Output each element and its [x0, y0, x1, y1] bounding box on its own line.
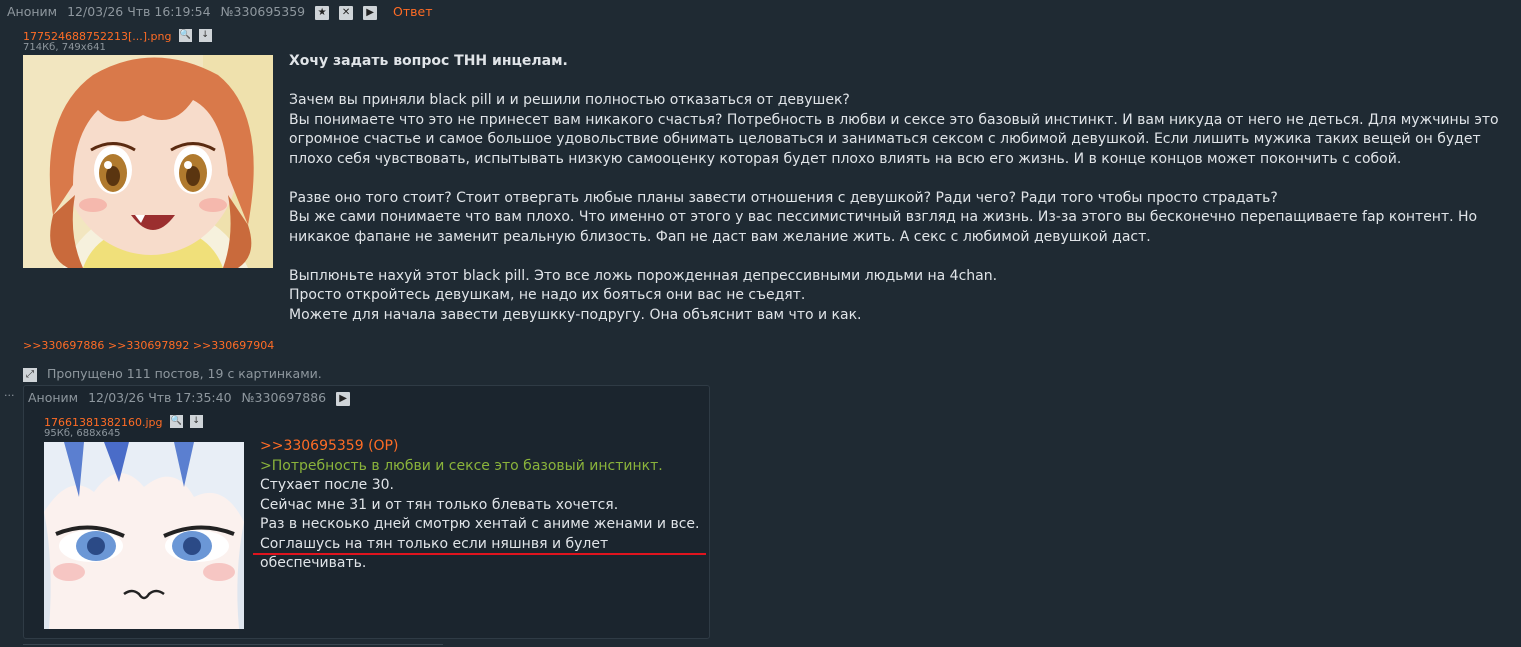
star-icon[interactable]: ★ — [315, 5, 330, 20]
op-body: Хочу задать вопрос ТНН инцелам. Зачем вы… — [289, 52, 1514, 325]
skipped-posts[interactable]: ⤢ Пропущено 111 постов, 19 с картинками. — [23, 366, 322, 382]
reply-line: Раз в нескоько дней смотрю хентай с аним… — [260, 516, 700, 532]
op-line: Вы же сами понимаете что вам плохо. Что … — [289, 209, 1478, 245]
skipped-text: Пропущено 111 постов, 19 с картинками. — [46, 366, 322, 381]
reply-image[interactable] — [44, 442, 244, 629]
op-line: Выплюньте нахуй этот black pill. Это все… — [289, 267, 998, 284]
download-icon[interactable]: ↓ — [189, 415, 203, 428]
op-author: Аноним — [7, 4, 58, 19]
reply-dots[interactable]: ... — [4, 386, 15, 399]
op-image[interactable] — [23, 55, 273, 268]
reply-number[interactable]: №330697886 — [242, 390, 327, 405]
play-icon[interactable]: ▶ — [336, 391, 351, 406]
op-line: Можете для начала завести девушкку-подру… — [289, 306, 862, 323]
reply-line: Сейчас мне 31 и от тян только блевать хо… — [260, 496, 619, 513]
op-line: Просто откройтесь девушкам, не надо их б… — [289, 287, 806, 303]
reply-file-info: 95Кб, 688x645 — [44, 428, 121, 439]
reply-line: Стухает после 30. — [260, 477, 394, 493]
reply-ref-op-link[interactable]: >>330695359 (OP) — [260, 437, 705, 457]
reply-header: Аноним 12/03/26 Чтв 17:35:40 №330697886 … — [28, 390, 356, 406]
greentext-quote: >Потребность в любви и сексе это базовый… — [260, 457, 663, 474]
op-replies: >>330697886 >>330697892 >>330697904 — [23, 339, 274, 352]
divider — [23, 644, 443, 645]
red-underline-annotation — [253, 553, 706, 555]
op-number[interactable]: №330695359 — [221, 4, 306, 19]
reply-ref-link[interactable]: >>330697886 — [23, 339, 104, 352]
search-icon[interactable]: 🔍 — [178, 29, 192, 42]
reply-ref-link[interactable]: >>330697904 — [193, 339, 274, 352]
reply-ref-link[interactable]: >>330697892 — [108, 339, 189, 352]
op-line: Разве оно того стоит? Стоит отвергать лю… — [289, 189, 1278, 206]
search-icon[interactable]: 🔍 — [169, 415, 183, 428]
close-icon[interactable]: ✕ — [339, 5, 354, 20]
op-line: Зачем вы приняли black pill и и решили п… — [289, 92, 850, 108]
op-date: 12/03/26 Чтв 16:19:54 — [67, 4, 211, 19]
op-file-info: 714Кб, 749x641 — [23, 42, 106, 53]
play-icon[interactable]: ▶ — [363, 5, 378, 20]
download-icon[interactable]: ↓ — [198, 29, 212, 42]
op-title: Хочу задать вопрос ТНН инцелам. — [289, 53, 568, 69]
op-line: Вы понимаете что это не принесет вам ник… — [289, 111, 1499, 167]
op-post-header: Аноним 12/03/26 Чтв 16:19:54 №330695359 … — [7, 4, 439, 20]
reply-date: 12/03/26 Чтв 17:35:40 — [88, 390, 232, 405]
reply-author: Аноним — [28, 390, 79, 405]
reply-link[interactable]: Ответ — [393, 4, 432, 19]
expand-icon[interactable]: ⤢ — [23, 367, 37, 382]
